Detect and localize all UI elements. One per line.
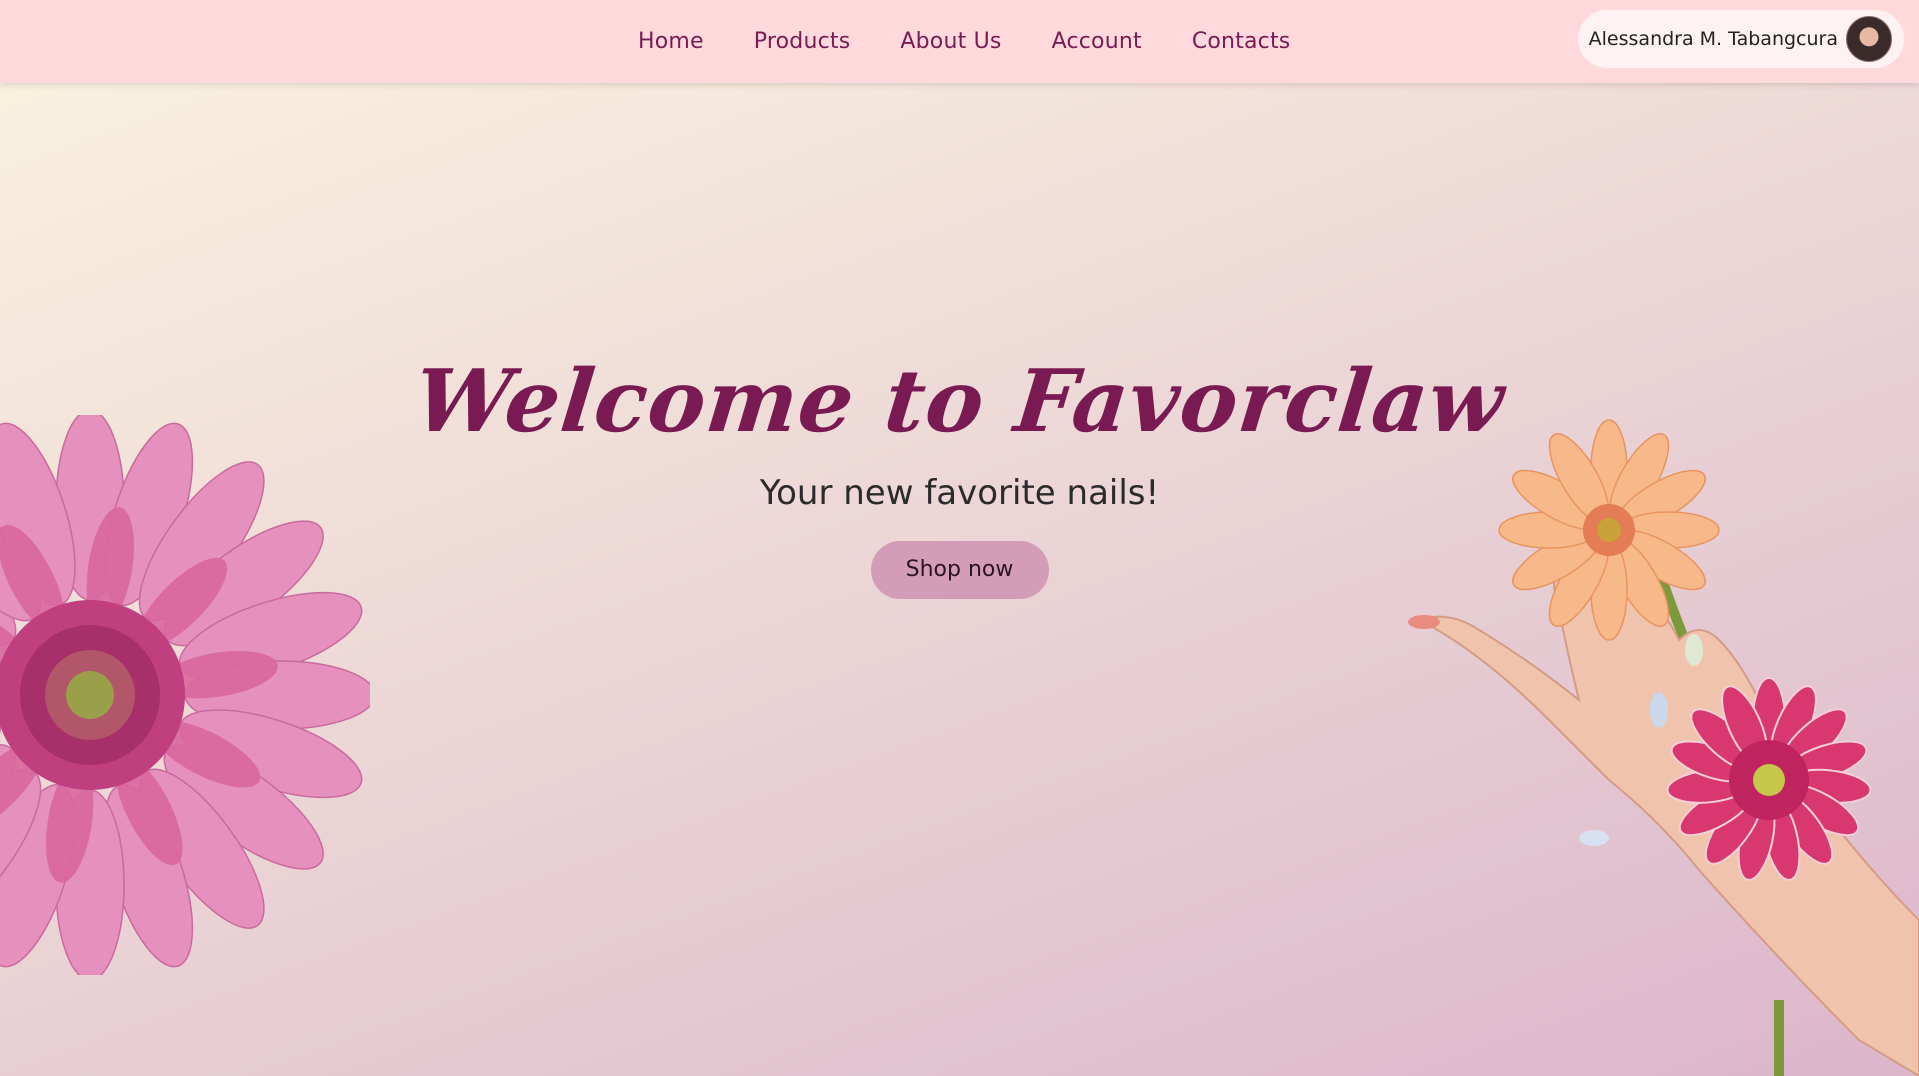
top-navbar: Home Products About Us Account Contacts … — [0, 0, 1919, 83]
nav-contacts-link[interactable]: Contacts — [1167, 29, 1316, 54]
nav-products-link[interactable]: Products — [729, 29, 876, 54]
avatar-icon — [1846, 16, 1892, 62]
nav-about-link[interactable]: About Us — [875, 29, 1026, 54]
user-profile-button[interactable]: Alessandra M. Tabangcura — [1578, 10, 1904, 68]
nav-account-link[interactable]: Account — [1027, 29, 1167, 54]
nav-home-link[interactable]: Home — [613, 29, 729, 54]
hero-subtitle: Your new favorite nails! — [759, 473, 1160, 514]
user-name: Alessandra M. Tabangcura — [1588, 28, 1838, 50]
hero-section: Welcome to Favorclaw Your new favorite n… — [0, 350, 1919, 600]
main-nav: Home Products About Us Account Contacts — [613, 0, 1315, 83]
shop-now-button[interactable]: Shop now — [870, 541, 1049, 600]
hero-title: Welcome to Favorclaw — [409, 351, 1510, 452]
landing-page: Home Products About Us Account Contacts … — [0, 0, 1919, 1076]
